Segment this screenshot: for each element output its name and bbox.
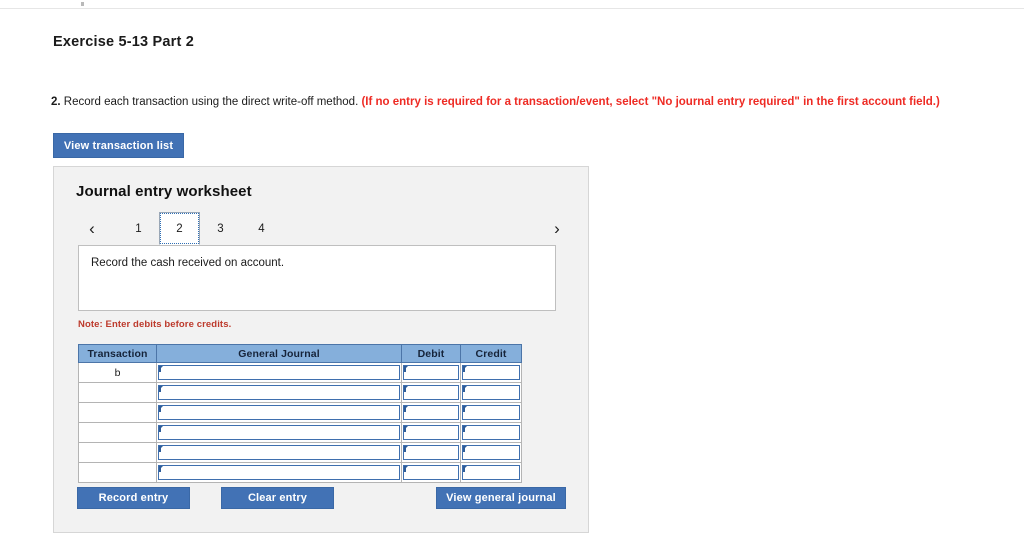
credit-cell-row-1[interactable] [460,362,522,383]
debit-input-row-4[interactable] [403,425,459,440]
worksheet-description-box: Record the cash received on account. [78,245,556,311]
general-journal-input-row-6[interactable] [158,465,400,480]
transaction-label-row-2 [78,382,157,403]
page-title: Exercise 5-13 Part 2 [53,34,195,50]
debit-input-row-6[interactable] [403,465,459,480]
column-header-general-journal: General Journal [156,344,402,363]
credit-input-row-5[interactable] [462,445,520,460]
page-top-tick [81,2,84,6]
table-header-row: Transaction General Journal Debit Credit [78,344,522,363]
table-row [78,442,522,463]
transaction-label-row-1: b [78,362,157,383]
credit-cell-row-2[interactable] [460,382,522,403]
journal-entry-table: Transaction General Journal Debit Credit… [78,344,522,483]
general-journal-cell-row-6[interactable] [156,462,402,483]
instruction-number: 2. [51,96,61,108]
transaction-label-row-4 [78,422,157,443]
general-journal-cell-row-4[interactable] [156,422,402,443]
table-row [78,402,522,423]
record-entry-button[interactable]: Record entry [77,487,190,509]
instruction-text: 2. Record each transaction using the dir… [51,95,940,109]
general-journal-input-row-3[interactable] [158,405,400,420]
column-header-credit: Credit [460,344,522,363]
column-header-transaction: Transaction [78,344,157,363]
chevron-left-icon[interactable]: ‹ [79,212,105,245]
clear-entry-button[interactable]: Clear entry [221,487,334,509]
table-row [78,462,522,483]
credit-input-row-2[interactable] [462,385,520,400]
credit-input-row-3[interactable] [462,405,520,420]
pager-tab-2[interactable]: 2 [159,212,200,245]
debit-cell-row-3[interactable] [401,402,461,423]
chevron-right-icon[interactable]: › [544,212,570,245]
journal-entry-worksheet-panel: Journal entry worksheet ‹ 1 2 3 4 › Reco… [53,166,589,533]
debit-input-row-1[interactable] [403,365,459,380]
view-general-journal-button[interactable]: View general journal [436,487,566,509]
general-journal-input-row-4[interactable] [158,425,400,440]
debit-input-row-5[interactable] [403,445,459,460]
credit-input-row-6[interactable] [462,465,520,480]
debit-cell-row-2[interactable] [401,382,461,403]
debit-input-row-3[interactable] [403,405,459,420]
credit-cell-row-6[interactable] [460,462,522,483]
table-row [78,422,522,443]
general-journal-input-row-2[interactable] [158,385,400,400]
pager-tab-list: 1 2 3 4 [118,212,282,245]
general-journal-input-row-1[interactable] [158,365,400,380]
worksheet-description-text: Record the cash received on account. [91,257,285,269]
debit-cell-row-5[interactable] [401,442,461,463]
page-top-rule [0,8,1024,9]
instruction-requirement: (If no entry is required for a transacti… [361,96,940,108]
debit-cell-row-1[interactable] [401,362,461,383]
view-transaction-list-button[interactable]: View transaction list [53,133,184,158]
credit-cell-row-5[interactable] [460,442,522,463]
pager-tab-4[interactable]: 4 [241,212,282,245]
general-journal-cell-row-1[interactable] [156,362,402,383]
worksheet-title: Journal entry worksheet [76,183,252,200]
column-header-debit: Debit [401,344,461,363]
pager-tab-1[interactable]: 1 [118,212,159,245]
credit-input-row-1[interactable] [462,365,520,380]
general-journal-cell-row-2[interactable] [156,382,402,403]
instruction-body: Record each transaction using the direct… [63,96,359,108]
debit-cell-row-6[interactable] [401,462,461,483]
debit-input-row-2[interactable] [403,385,459,400]
transaction-label-row-3 [78,402,157,423]
general-journal-input-row-5[interactable] [158,445,400,460]
debits-before-credits-note: Note: Enter debits before credits. [78,319,232,330]
table-row: b [78,362,522,383]
debit-cell-row-4[interactable] [401,422,461,443]
credit-input-row-4[interactable] [462,425,520,440]
pager-tab-3[interactable]: 3 [200,212,241,245]
worksheet-pager: ‹ 1 2 3 4 › [76,212,570,245]
credit-cell-row-3[interactable] [460,402,522,423]
general-journal-cell-row-3[interactable] [156,402,402,423]
credit-cell-row-4[interactable] [460,422,522,443]
table-row [78,382,522,403]
transaction-label-row-6 [78,462,157,483]
general-journal-cell-row-5[interactable] [156,442,402,463]
transaction-label-row-5 [78,442,157,463]
